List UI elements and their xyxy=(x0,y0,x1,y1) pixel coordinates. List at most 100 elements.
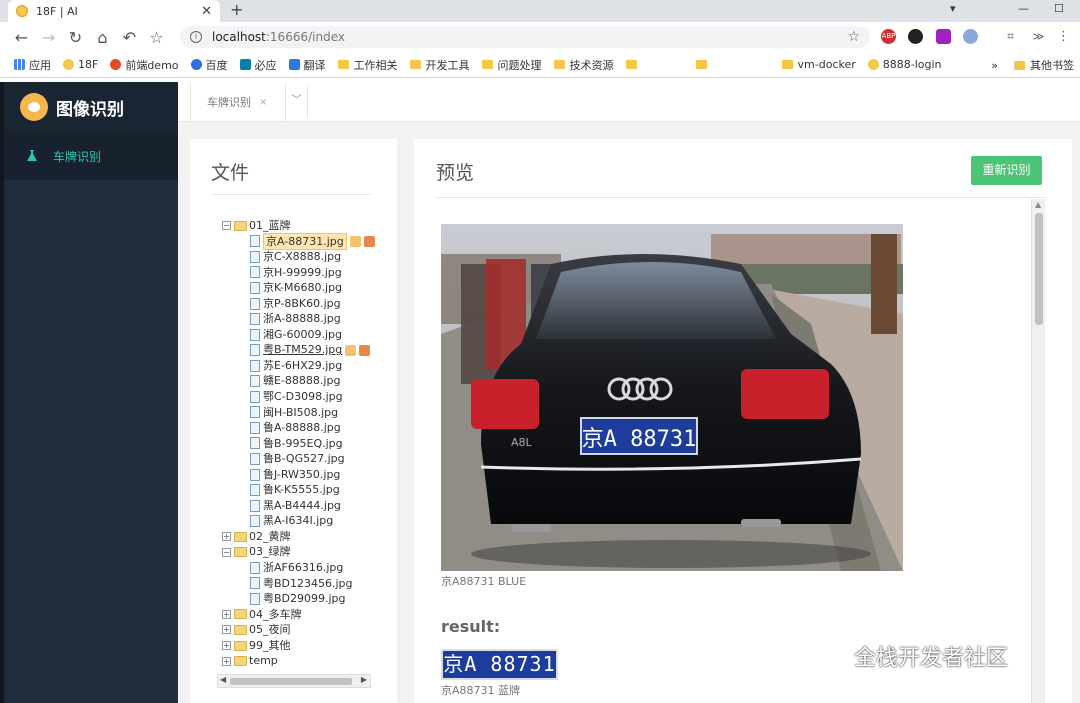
bookmark-folder[interactable] xyxy=(696,60,754,69)
tab-close-icon[interactable]: × xyxy=(259,97,267,108)
tree-file[interactable]: 京A-88731.jpg xyxy=(222,234,375,250)
bookmark-apps[interactable]: 应用 xyxy=(14,57,51,73)
tree-file[interactable]: 京P-8BK60.jpg xyxy=(222,296,375,312)
expand-icon[interactable]: + xyxy=(222,625,231,634)
undo-icon[interactable]: ↶ xyxy=(116,28,143,47)
tree-file[interactable]: 黑A-B4444.jpg xyxy=(222,498,375,514)
scrollbar-thumb[interactable] xyxy=(1035,213,1043,325)
bookmark-folder[interactable]: 问题处理 xyxy=(482,57,542,73)
scroll-up-icon[interactable]: ▲ xyxy=(1035,200,1041,209)
tree-folder[interactable]: +04_多车牌 xyxy=(222,607,375,623)
tree-folder-label: 99_其他 xyxy=(249,638,291,654)
back-icon[interactable]: ← xyxy=(8,28,35,47)
sidebar-item-plate-recognition[interactable]: 车牌识别 xyxy=(4,132,178,180)
tree-file[interactable]: 苏E-6HX29.jpg xyxy=(222,358,375,374)
browser-tab[interactable]: 18F | AI ✕ xyxy=(8,0,220,22)
folder-icon xyxy=(1014,61,1025,70)
bookmark-folder[interactable]: 开发工具 xyxy=(410,57,470,73)
watermark-text: 全栈开发者社区 xyxy=(854,640,1008,672)
home-icon[interactable]: ⌂ xyxy=(89,28,116,47)
bookmark-item[interactable]: 前端demo xyxy=(110,57,178,73)
tree-folder[interactable]: − 01_蓝牌 xyxy=(222,218,375,234)
edit-icon[interactable] xyxy=(345,345,356,356)
extension-icon[interactable] xyxy=(963,29,978,44)
minimize-icon[interactable]: — xyxy=(1018,0,1029,22)
app-tabbar: 车牌识别 × ﹀ xyxy=(178,82,1080,122)
tree-file[interactable]: 湘G-60009.jpg xyxy=(222,327,375,343)
tree-file[interactable]: 鲁A-88888.jpg xyxy=(222,420,375,436)
tree-file[interactable]: 闽H-BI508.jpg xyxy=(222,405,375,421)
bookmark-item[interactable]: 18F xyxy=(63,58,98,71)
menu-icon[interactable]: ⋮ xyxy=(1056,29,1071,44)
expand-icon[interactable]: + xyxy=(222,610,231,619)
close-tab-icon[interactable]: ✕ xyxy=(201,4,212,19)
expand-icon[interactable]: + xyxy=(222,657,231,666)
adblock-icon[interactable]: ABP xyxy=(881,29,896,44)
tree-folder-label: 01_蓝牌 xyxy=(249,218,291,234)
extensions-more-icon[interactable]: ≫ xyxy=(1031,29,1046,44)
tree-file[interactable]: 鲁K-K5555.jpg xyxy=(222,482,375,498)
tree-file[interactable]: 粤BD123456.jpg xyxy=(222,576,375,592)
bookmark-folder[interactable]: 技术资源 xyxy=(554,57,614,73)
tree-folder[interactable]: +05_夜间 xyxy=(222,622,375,638)
other-bookmarks[interactable]: 其他书签 xyxy=(1030,57,1074,73)
tree-file[interactable]: 鄂C-D3098.jpg xyxy=(222,389,375,405)
vertical-scrollbar[interactable]: ▲ xyxy=(1031,199,1045,703)
chevron-down-icon[interactable]: ﹀ xyxy=(286,86,308,118)
tree-file[interactable]: 浙A-88888.jpg xyxy=(222,311,375,327)
bookmark-item[interactable]: 8888-login xyxy=(868,58,942,71)
delete-icon[interactable] xyxy=(364,236,375,247)
star-icon[interactable]: ☆ xyxy=(847,29,860,45)
tab-search-icon[interactable]: ▾ xyxy=(950,0,956,22)
address-bar[interactable]: i localhost:16666/index ☆ xyxy=(180,26,870,48)
tree-file[interactable]: 鲁B-QG527.jpg xyxy=(222,451,375,467)
extension-icon[interactable] xyxy=(936,29,951,44)
tree-file[interactable]: 粤BD29099.jpg xyxy=(222,591,375,607)
scroll-left-icon[interactable]: ◀ xyxy=(220,675,226,684)
favicon-icon xyxy=(16,5,28,17)
wechat-icon xyxy=(804,643,840,669)
bookmark-item[interactable]: 翻译 xyxy=(289,57,326,73)
bookmark-folder[interactable] xyxy=(626,60,684,69)
expand-icon[interactable]: + xyxy=(222,532,231,541)
tree-folder[interactable]: +temp xyxy=(222,653,375,669)
bookmark-item[interactable]: 必应 xyxy=(240,57,277,73)
expand-icon[interactable]: + xyxy=(222,641,231,650)
tab-plate-recognition[interactable]: 车牌识别 × xyxy=(190,82,286,122)
delete-icon[interactable] xyxy=(359,345,370,356)
crop-icon[interactable]: ⌗ xyxy=(1003,29,1018,44)
tree-file[interactable]: 京C-X8888.jpg xyxy=(222,249,375,265)
scroll-right-icon[interactable]: ▶ xyxy=(361,675,367,684)
bookmark-folder[interactable]: vm-docker xyxy=(782,58,856,71)
reload-icon[interactable]: ↻ xyxy=(62,28,89,47)
bookmark-folder[interactable]: 工作相关 xyxy=(338,57,398,73)
tree-file[interactable]: 粤B-TM529.jpg xyxy=(222,342,375,358)
collapse-icon[interactable]: − xyxy=(222,548,231,557)
watermark: 全栈开发者社区 xyxy=(804,640,1008,672)
folder-icon xyxy=(234,221,247,231)
site-info-icon[interactable]: i xyxy=(190,31,202,43)
extension-icon[interactable] xyxy=(908,29,923,44)
horizontal-scrollbar[interactable]: ◀ ▶ xyxy=(217,674,371,688)
edit-icon[interactable] xyxy=(350,236,361,247)
forward-icon[interactable]: → xyxy=(35,28,62,47)
tree-file[interactable]: 赣E-88888.jpg xyxy=(222,373,375,389)
tree-folder[interactable]: +99_其他 xyxy=(222,638,375,654)
bookmark-label: 前端demo xyxy=(125,57,178,73)
bookmarks-more[interactable]: » xyxy=(991,59,998,72)
collapse-icon[interactable]: − xyxy=(222,221,231,230)
bookmark-item[interactable]: 百度 xyxy=(191,57,228,73)
scrollbar-thumb[interactable] xyxy=(230,678,352,685)
tree-file[interactable]: 黑A-I634I.jpg xyxy=(222,513,375,529)
new-tab-icon[interactable]: + xyxy=(230,0,243,22)
tree-folder[interactable]: −03_绿牌 xyxy=(222,544,375,560)
tree-file[interactable]: 京K-M6680.jpg xyxy=(222,280,375,296)
tree-file[interactable]: 京H-99999.jpg xyxy=(222,265,375,281)
redo-recognition-button[interactable]: 重新识别 xyxy=(971,156,1042,185)
tree-file[interactable]: 浙AF66316.jpg xyxy=(222,560,375,576)
bookmark-star-icon[interactable]: ☆ xyxy=(143,28,170,47)
tree-file[interactable]: 鲁J-RW350.jpg xyxy=(222,467,375,483)
tree-file[interactable]: 鲁B-995EQ.jpg xyxy=(222,436,375,452)
tree-folder[interactable]: +02_黄牌 xyxy=(222,529,375,545)
maximize-icon[interactable]: ☐ xyxy=(1054,0,1064,22)
